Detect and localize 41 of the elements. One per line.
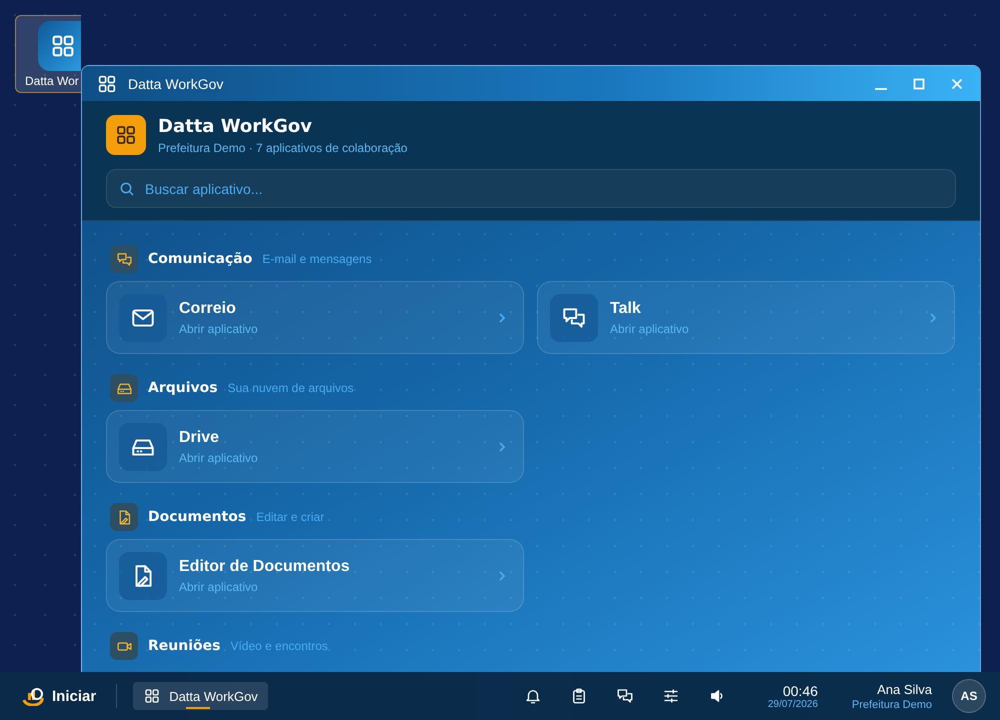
- section-subtitle: Vídeo e encontros: [230, 639, 328, 653]
- app-card[interactable]: Correio Abrir aplicativo: [106, 281, 524, 354]
- section-subtitle: Sua nuvem de arquivos: [228, 381, 354, 395]
- chevron-right-icon: [497, 570, 507, 582]
- chevron-right-icon: [928, 312, 938, 324]
- start-button[interactable]: Iniciar: [18, 682, 100, 710]
- clock-time: 00:46: [782, 682, 818, 698]
- search-field[interactable]: Buscar aplicativo...: [106, 169, 956, 208]
- grid-icon: [114, 123, 138, 147]
- section-subtitle: E-mail e mensagens: [262, 252, 372, 266]
- section-title: Documentos: [148, 509, 246, 525]
- desktop-shortcut[interactable]: Datta Wor: [15, 15, 81, 93]
- user-organization: Prefeitura Demo: [852, 698, 932, 710]
- taskbar-app-button[interactable]: Datta WorkGov: [133, 682, 268, 710]
- user-name: Ana Silva: [877, 682, 932, 696]
- close-icon: [951, 78, 963, 90]
- bell-icon: [524, 687, 542, 705]
- search-icon: [119, 180, 135, 196]
- section-title: Comunicação: [148, 251, 252, 267]
- clock-date: 29/07/2026: [768, 698, 818, 710]
- sliders-icon: [662, 687, 680, 705]
- app-card[interactable]: Drive Abrir aplicativo: [106, 410, 524, 483]
- chevron-right-icon: [497, 440, 507, 452]
- section-title: Arquivos: [148, 380, 218, 396]
- chevron-right-icon: [497, 312, 507, 324]
- search-input[interactable]: Buscar aplicativo...: [143, 180, 943, 198]
- window-title: Datta WorkGov: [128, 76, 224, 92]
- app-card[interactable]: Editor de Documentos Abrir aplicativo: [106, 539, 524, 612]
- shortcut-label: Datta Wor: [25, 74, 79, 88]
- start-logo-icon: [22, 686, 44, 706]
- app-card[interactable]: Talk Abrir aplicativo: [537, 281, 955, 354]
- user-avatar[interactable]: AS: [952, 679, 986, 713]
- grid-icon: [143, 687, 162, 705]
- minimize-icon: [875, 88, 887, 90]
- app-name: Datta WorkGov: [158, 116, 314, 136]
- section-subtitle: Editar e criar: [256, 510, 324, 524]
- chat-bubbles-icon: [116, 250, 132, 268]
- app-subtitle: Prefeitura Demo · 7 aplicativos de colaboração: [158, 140, 408, 154]
- maximize-icon: [913, 78, 925, 90]
- section-title: Reuniões: [148, 638, 220, 654]
- chat-bubbles-icon: [616, 687, 634, 705]
